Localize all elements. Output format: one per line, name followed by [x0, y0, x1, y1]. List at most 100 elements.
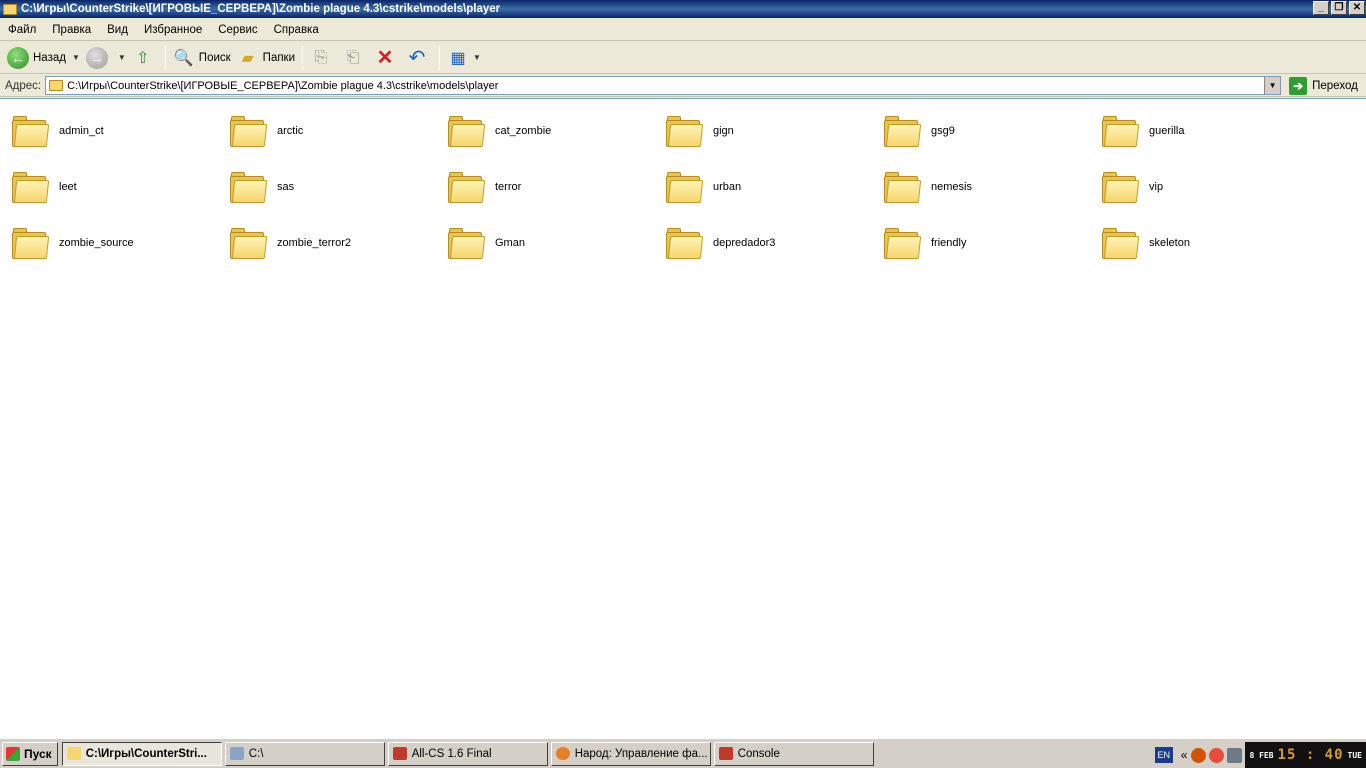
- folder-name: terror: [495, 181, 522, 193]
- search-button[interactable]: 🔍 Поиск: [170, 44, 234, 72]
- folder-name: Gman: [495, 237, 525, 249]
- minimize-button[interactable]: _: [1313, 1, 1329, 15]
- clock-date: 8 FEB: [1249, 750, 1274, 760]
- firefox-icon: [555, 747, 570, 760]
- task-label: C:\Игры\CounterStri...: [85, 747, 207, 760]
- go-button[interactable]: ➔ Переход: [1289, 76, 1358, 95]
- folder-name: urban: [713, 181, 742, 193]
- address-bar: Адрес: C:\Игры\CounterStrike\[ИГРОВЫЕ_СЕ…: [0, 75, 1366, 97]
- task-button[interactable]: C:\: [224, 741, 385, 766]
- folder-name: friendly: [931, 237, 967, 249]
- menu-help[interactable]: Справка: [266, 24, 327, 36]
- folder-item[interactable]: cat_zombie: [447, 111, 665, 151]
- title-bar: C:\Игры\CounterStrike\[ИГРОВЫЕ_СЕРВЕРА]\…: [0, 0, 1366, 18]
- folder-name: admin_ct: [59, 125, 104, 137]
- chevron-down-icon[interactable]: ▼: [118, 53, 126, 62]
- folders-button[interactable]: ▰ Папки: [234, 44, 298, 72]
- folder-item[interactable]: guerilla: [1101, 111, 1319, 151]
- folder-item[interactable]: depredador3: [665, 223, 883, 263]
- undo-button[interactable]: ↶: [403, 44, 435, 72]
- address-dropdown-button[interactable]: ▼: [1264, 77, 1281, 94]
- folder-item[interactable]: zombie_terror2: [229, 223, 447, 263]
- folder-icon: [3, 3, 17, 15]
- task-label: Console: [737, 747, 780, 760]
- start-button[interactable]: Пуск: [2, 741, 58, 766]
- folder-item[interactable]: terror: [447, 167, 665, 207]
- folder-icon: [1101, 170, 1140, 204]
- delete-button[interactable]: ✕: [371, 44, 403, 72]
- folder-item[interactable]: nemesis: [883, 167, 1101, 207]
- folder-item[interactable]: skeleton: [1101, 223, 1319, 263]
- folder-icon: [883, 226, 922, 260]
- folder-item[interactable]: gsg9: [883, 111, 1101, 151]
- back-button[interactable]: ← Назад ▼: [4, 44, 83, 72]
- move-to-icon: ⎘: [314, 48, 328, 66]
- task-button[interactable]: All-CS 1.6 Final: [387, 741, 548, 766]
- folder-name: cat_zombie: [495, 125, 552, 137]
- search-label: Поиск: [198, 51, 231, 64]
- copy-to-button[interactable]: ⎗: [339, 44, 371, 72]
- back-arrow-icon: ←: [7, 46, 29, 69]
- forward-arrow-icon: →: [85, 46, 108, 69]
- folder-item[interactable]: Gman: [447, 223, 665, 263]
- folder-icon: [447, 114, 486, 148]
- folder-name: zombie_terror2: [277, 237, 351, 249]
- folder-name: depredador3: [713, 237, 776, 249]
- tray-app-icon[interactable]: [1209, 747, 1225, 763]
- folder-icon: [49, 80, 64, 91]
- menu-edit[interactable]: Правка: [44, 24, 99, 36]
- folder-icon: [1101, 226, 1140, 260]
- tray-app-icon[interactable]: [1227, 747, 1243, 763]
- menu-favorites[interactable]: Избранное: [136, 24, 210, 36]
- maximize-button[interactable]: ❐: [1331, 1, 1347, 15]
- tray-app-icon[interactable]: [1191, 747, 1207, 763]
- views-icon: ▦: [450, 49, 466, 67]
- menu-tools[interactable]: Сервис: [210, 24, 265, 36]
- forward-button[interactable]: → ▼: [83, 44, 129, 72]
- folder-icon: [229, 114, 268, 148]
- folder-item[interactable]: admin_ct: [11, 111, 229, 151]
- folder-grid: admin_ct arctic cat_zombie gign gsg9 gue…: [11, 111, 1319, 279]
- folder-icon: [11, 226, 50, 260]
- folder-name: arctic: [277, 125, 304, 137]
- chevron-down-icon[interactable]: ▼: [72, 53, 80, 62]
- folder-view[interactable]: admin_ct arctic cat_zombie gign gsg9 gue…: [0, 98, 1366, 738]
- folders-label: Папки: [262, 51, 296, 64]
- tray-expand-icon[interactable]: «: [1181, 748, 1188, 762]
- folder-item[interactable]: zombie_source: [11, 223, 229, 263]
- up-folder-button[interactable]: ⇧: [129, 44, 161, 72]
- close-button[interactable]: ✕: [1349, 1, 1365, 15]
- language-indicator[interactable]: EN: [1154, 747, 1173, 763]
- folder-item[interactable]: gign: [665, 111, 883, 151]
- folder-icon: [665, 114, 704, 148]
- start-label: Пуск: [24, 746, 52, 761]
- move-to-button[interactable]: ⎘: [307, 44, 339, 72]
- folder-item[interactable]: friendly: [883, 223, 1101, 263]
- folder-name: guerilla: [1149, 125, 1185, 137]
- views-button[interactable]: ▦ ▼: [444, 44, 484, 72]
- menu-view[interactable]: Вид: [99, 24, 136, 36]
- folder-name: skeleton: [1149, 237, 1190, 249]
- toolbar-separator: [302, 45, 304, 70]
- clock-weekday: TUE: [1347, 750, 1362, 760]
- task-button[interactable]: Народ: Управление фа...: [550, 741, 711, 766]
- menu-file[interactable]: Файл: [0, 24, 44, 36]
- task-button[interactable]: C:\Игры\CounterStri...: [61, 741, 222, 766]
- address-label: Адрес:: [5, 79, 42, 92]
- folder-item[interactable]: urban: [665, 167, 883, 207]
- folder-item[interactable]: sas: [229, 167, 447, 207]
- windows-logo-icon: [6, 746, 20, 761]
- chevron-down-icon[interactable]: ▼: [473, 53, 481, 62]
- menu-bar: Файл Правка Вид Избранное Сервис Справка: [0, 20, 1366, 41]
- folder-item[interactable]: arctic: [229, 111, 447, 151]
- folder-item[interactable]: vip: [1101, 167, 1319, 207]
- system-tray: EN « 8 FEB 15 : 40 TUE: [1154, 742, 1366, 768]
- folder-name: sas: [277, 181, 295, 193]
- task-label: Народ: Управление фа...: [574, 747, 708, 760]
- clock[interactable]: 8 FEB 15 : 40 TUE: [1245, 742, 1366, 768]
- task-button[interactable]: Console: [713, 741, 874, 766]
- folder-icon: [447, 226, 486, 260]
- address-input[interactable]: C:\Игры\CounterStrike\[ИГРОВЫЕ_СЕРВЕРА]\…: [45, 76, 1282, 95]
- folder-icon: [447, 170, 486, 204]
- folder-item[interactable]: leet: [11, 167, 229, 207]
